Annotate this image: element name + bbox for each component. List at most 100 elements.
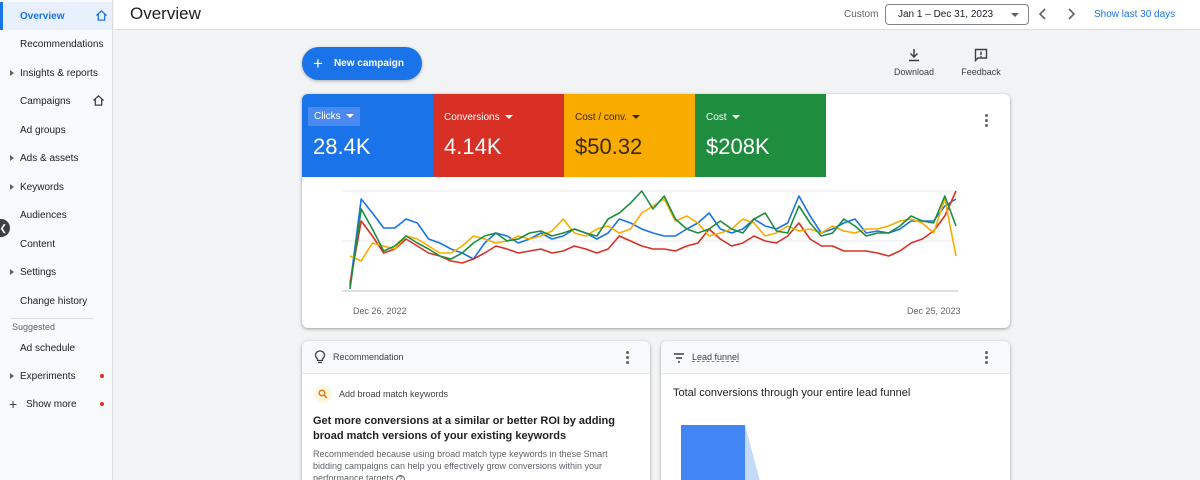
new-campaign-label: New campaign — [333, 58, 404, 69]
more-options-icon[interactable] — [985, 351, 989, 366]
date-range-dropdown[interactable]: Jan 1 – Dec 31, 2023 — [885, 4, 1029, 25]
metric-clicks[interactable]: Clicks 28.4K — [302, 94, 433, 177]
plus-icon: + — [313, 54, 323, 73]
dropdown-arrow-icon — [345, 114, 354, 119]
funnel-title: Total conversions through your entire le… — [673, 387, 911, 399]
metric-label-text: Clicks — [314, 111, 341, 122]
recommendation-title: Get more conversions at a similar or bet… — [313, 415, 615, 442]
sidebar-item-audiences[interactable]: Audiences — [0, 201, 112, 229]
feedback-button[interactable]: Feedback — [951, 47, 1011, 81]
sidebar-item-label: Ads & assets — [20, 152, 79, 164]
sidebar-item-overview[interactable]: Overview — [0, 2, 112, 30]
show-last-30-days-link[interactable]: Show last 30 days — [1094, 9, 1175, 20]
performance-card: Clicks 28.4K Conversions 4.14K Cost / co… — [302, 94, 1010, 328]
sidebar-item-change-history[interactable]: Change history — [0, 287, 112, 315]
sidebar-item-label: Experiments — [20, 370, 76, 382]
metric-value: 28.4K — [313, 134, 371, 159]
metric-conversions[interactable]: Conversions 4.14K — [433, 94, 564, 177]
download-button[interactable]: Download — [884, 47, 944, 81]
more-options-icon[interactable] — [626, 351, 630, 366]
suggested-section-label: Suggested — [12, 322, 56, 332]
sidebar-item-label: Content — [20, 238, 56, 250]
x-axis-end-label: Dec 25, 2023 — [907, 306, 961, 316]
page-header: Overview Custom Jan 1 – Dec 31, 2023 Sho… — [114, 0, 1200, 30]
date-range-label: Custom — [844, 9, 879, 20]
lightbulb-icon — [314, 350, 326, 364]
metric-label[interactable]: Conversions — [444, 112, 513, 123]
lead-funnel-card: Lead funnel Total conversions through yo… — [661, 341, 1010, 480]
dropdown-arrow-icon — [1011, 13, 1019, 17]
sidebar-item-settings[interactable]: Settings — [0, 258, 112, 286]
sidebar-item-campaigns[interactable]: Campaigns — [0, 87, 112, 115]
dropdown-arrow-icon — [632, 115, 641, 120]
chevron-right-icon[interactable] — [1064, 5, 1078, 23]
home-icon — [93, 95, 104, 106]
more-options-icon[interactable] — [985, 114, 989, 129]
metric-value: $50.32 — [575, 134, 643, 159]
metric-label[interactable]: Clicks — [308, 107, 360, 126]
funnel-bar — [681, 425, 745, 480]
card-title[interactable]: Lead funnel — [692, 352, 739, 362]
sidebar-item-label: Insights & reports — [20, 67, 98, 79]
search-icon — [314, 385, 332, 403]
expand-caret-icon — [10, 269, 14, 275]
sidebar-item-label: Ad schedule — [20, 342, 76, 354]
notification-dot — [100, 402, 104, 406]
card-header: Recommendation — [302, 341, 650, 374]
funnel-shade — [745, 425, 761, 480]
sidebar-item-label: Overview — [20, 10, 65, 22]
metric-label-text: Cost / conv. — [575, 112, 628, 123]
chevron-left-icon[interactable] — [1036, 5, 1050, 23]
dropdown-arrow-icon — [731, 115, 740, 120]
sidebar-item-label: Recommendations — [20, 38, 104, 50]
show-more-button[interactable]: + Show more — [0, 390, 112, 418]
metric-label-text: Conversions — [444, 112, 500, 123]
page-title: Overview — [130, 4, 201, 23]
sidebar-item-label: Keywords — [20, 181, 64, 193]
filter-icon — [674, 353, 684, 363]
metric-label-text: Cost — [706, 112, 727, 123]
sidebar-item-ad-groups[interactable]: Ad groups — [0, 116, 112, 144]
sidebar-item-ad-schedule[interactable]: Ad schedule — [0, 334, 112, 362]
performance-line-chart — [342, 190, 958, 292]
sidebar-item-label: Campaigns — [20, 95, 71, 107]
expand-caret-icon — [10, 184, 14, 190]
expand-caret-icon — [10, 70, 14, 76]
sidebar-item-label: Settings — [20, 266, 57, 278]
metric-label[interactable]: Cost / conv. — [575, 112, 641, 123]
divider — [10, 318, 93, 319]
x-axis-start-label: Dec 26, 2022 — [353, 306, 407, 316]
metric-value: $208K — [706, 134, 770, 159]
sidebar-item-insights-reports[interactable]: Insights & reports — [0, 59, 112, 87]
expand-caret-icon — [10, 155, 14, 161]
recommendation-type-label: Add broad match keywords — [339, 389, 449, 399]
chevron-left-icon: ❮ — [0, 222, 7, 233]
feedback-icon — [974, 48, 988, 62]
expand-caret-icon — [10, 373, 14, 379]
sidebar-item-recommendations[interactable]: Recommendations — [0, 30, 112, 58]
sidebar-item-ads-assets[interactable]: Ads & assets — [0, 144, 112, 172]
dropdown-arrow-icon — [504, 115, 513, 120]
sidebar-item-experiments[interactable]: Experiments — [0, 362, 112, 390]
feedback-label: Feedback — [961, 67, 1001, 77]
help-icon[interactable]: ? — [396, 475, 406, 480]
sidebar-item-label: Audiences — [20, 209, 67, 221]
home-icon — [96, 10, 107, 21]
metric-cost-per-conversion[interactable]: Cost / conv. $50.32 — [564, 94, 695, 177]
sidebar-item-label: Ad groups — [20, 124, 66, 136]
sidebar-item-keywords[interactable]: Keywords — [0, 173, 112, 201]
plus-icon: + — [9, 396, 18, 412]
metric-value: 4.14K — [444, 134, 502, 159]
sidebar-item-content[interactable]: Content — [0, 230, 112, 258]
metric-cost[interactable]: Cost $208K — [695, 94, 826, 177]
recommendation-type: Add broad match keywords — [314, 385, 448, 403]
notification-dot — [100, 374, 104, 378]
new-campaign-button[interactable]: + New campaign — [302, 47, 422, 80]
sidebar-item-label: Change history — [20, 295, 88, 307]
show-more-label: Show more — [26, 398, 77, 410]
card-title: Recommendation — [333, 352, 404, 362]
metric-label[interactable]: Cost — [706, 112, 740, 123]
recommendation-body-text: Recommended because using broad match ty… — [313, 449, 608, 480]
sidebar: Overview Recommendations Insights & repo… — [0, 0, 113, 480]
recommendation-body: Recommended because using broad match ty… — [313, 448, 633, 480]
